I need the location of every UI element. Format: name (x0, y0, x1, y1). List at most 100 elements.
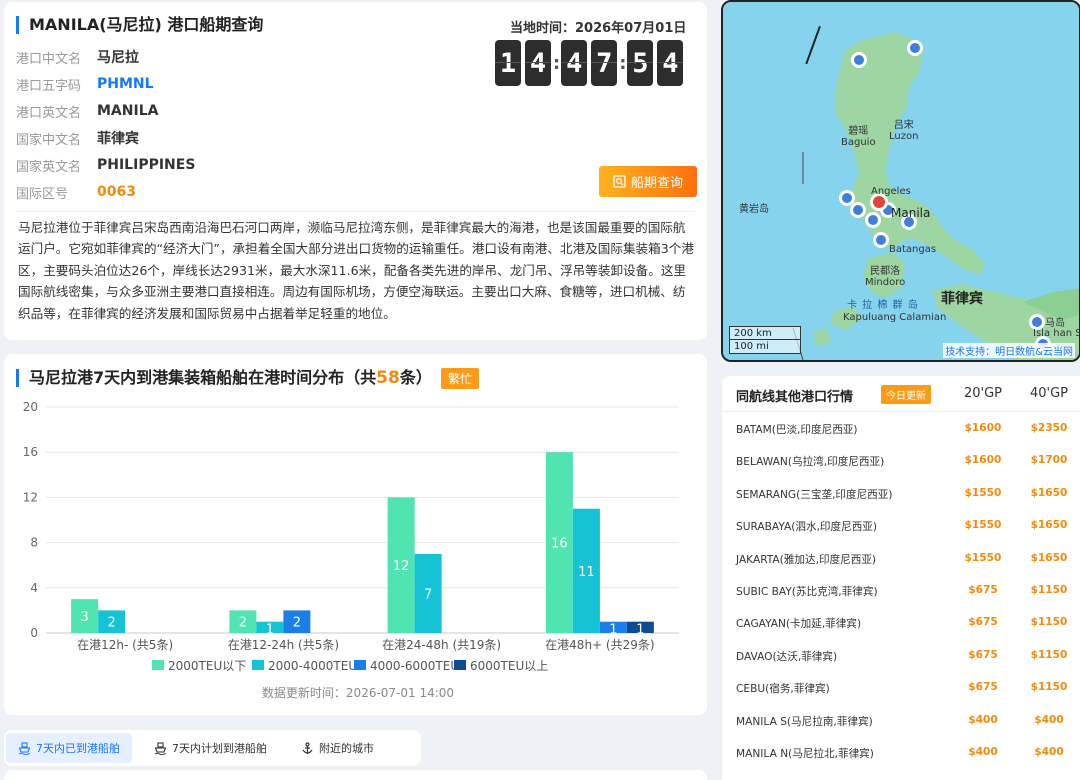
rate-row[interactable]: DAVAO(达沃,菲律宾) $675 $1150 (722, 639, 1080, 671)
y-tick-label: 20 (23, 400, 38, 414)
legend-label: 2000-4000TEU (268, 659, 357, 673)
map-label-luzon: 吕宋 Luzon (889, 120, 919, 142)
schedule-search-label: 船期查询 (630, 176, 683, 191)
bar-value-label: 11 (578, 565, 595, 580)
bar-value-label: 2 (293, 616, 301, 631)
col-20gp-header: 20'GP (963, 386, 1003, 401)
map-label-mindoro: 民都洛 Mindoro (865, 266, 906, 288)
rate-port-name: SUBIC BAY(苏比克湾,菲律宾) (736, 586, 878, 598)
legend-swatch (454, 660, 466, 670)
map-label-batangas: Batangas (889, 244, 937, 255)
rate-row[interactable]: SEMARANG(三宝垄,印度尼西亚) $1550 $1650 (722, 477, 1080, 509)
rate-row[interactable]: BELAWAN(乌拉湾,印度尼西亚) $1600 $1700 (722, 444, 1080, 476)
schedule-search-button[interactable]: 船期查询 (599, 166, 697, 197)
rate-20gp: $675 (968, 584, 998, 596)
map-label-calamian-en: Kapuluang Calamian (843, 312, 947, 323)
rate-40gp: $400 (1034, 746, 1064, 758)
rate-port-name: BATAM(巴淡,印度尼西亚) (736, 424, 858, 436)
ship-icon (18, 741, 31, 755)
bar-value-label: 16 (551, 537, 568, 552)
rate-40gp: $2350 (1030, 422, 1068, 434)
y-tick-label: 0 (30, 626, 38, 640)
map-label-manila: Manila (891, 206, 931, 220)
tab-arrived[interactable]: 7天内已到港船舶 (6, 733, 132, 763)
bar-value-label: 2 (239, 616, 247, 631)
rate-40gp: $1150 (1030, 616, 1068, 629)
clock-digit: 5 (627, 40, 654, 86)
rate-20gp: $400 (968, 713, 998, 726)
info-label: 港口五字码 (16, 78, 82, 94)
rate-40gp: $1650 (1030, 486, 1068, 499)
next-section-card (4, 770, 707, 780)
tab-planned[interactable]: 7天内计划到港船舶 (142, 733, 279, 763)
page-title: MANILA(马尼拉) 港口船期查询 (16, 16, 263, 34)
info-value[interactable]: PHMNL (97, 76, 154, 92)
rate-row[interactable]: MANILA S(马尼拉南,菲律宾) $400 $400 (722, 704, 1080, 736)
port-info-card: MANILA(马尼拉) 港口船期查询 港口中文名 马尼拉 港口五字码 PHMNL 港口英… (4, 2, 707, 340)
rate-row[interactable]: CAGAYAN(卡加延,菲律宾) $675 $1150 (722, 606, 1080, 638)
map-label-calamian-cn: 卡 拉 棉 群 岛 (847, 300, 919, 311)
rate-40gp: $1150 (1030, 681, 1068, 694)
info-row: 国家英文名 PHILIPPINES (16, 155, 195, 175)
rate-row[interactable]: CEBU(宿务,菲律宾) $675 $1150 (722, 671, 1080, 703)
rate-row[interactable]: SURABAYA(泗水,印度尼西亚) $1550 $1650 (722, 509, 1080, 541)
rate-row[interactable]: MANILA N(马尼拉北,菲律宾) $400 $400 (722, 736, 1080, 768)
rate-port-name: CAGAYAN(卡加延,菲律宾) (736, 618, 862, 631)
rate-row[interactable]: BATAM(巴淡,印度尼西亚) $1600 $2350 (722, 412, 1080, 444)
y-tick-label: 8 (30, 536, 38, 550)
tabs-bar: 7天内已到港船舶 7天内计划到港船舶 附近的城市 (4, 730, 421, 766)
map-label-angeles: Angeles (871, 186, 911, 197)
info-value: MANILA (97, 103, 159, 119)
legend-swatch (252, 660, 264, 670)
rate-20gp: $1550 (964, 519, 1002, 532)
info-value: 0063 (97, 184, 136, 200)
rate-row[interactable]: JAKARTA(雅加达,印度尼西亚) $1550 $1650 (722, 542, 1080, 574)
clock-digit: 4 (657, 40, 684, 86)
x-tick-label: 在港12-24h (共5条) (228, 638, 339, 652)
tab-label: 附近的城市 (319, 742, 374, 755)
update-time: 数据更新时间：2026-07-01 14:00 (262, 685, 454, 700)
bar-value-label: 1 (636, 623, 644, 638)
bar-value-label: 7 (424, 587, 432, 602)
clock-colon: : (619, 52, 627, 74)
rate-port-name: DAVAO(达沃,菲律宾) (736, 650, 838, 663)
rate-20gp: $400 (968, 746, 998, 758)
info-value: 菲律宾 (97, 131, 139, 147)
update-badge: 今日更新 (881, 385, 931, 404)
info-row: 港口中文名 马尼拉 (16, 47, 139, 67)
rate-20gp: $1600 (964, 422, 1002, 434)
info-label: 国家中文名 (16, 132, 82, 148)
y-tick-label: 12 (23, 490, 38, 504)
x-tick-label: 在港24-48h (共19条) (382, 638, 501, 652)
local-time-label: 当地时间：2026年07月01日 (510, 21, 687, 36)
map-label-huangyan: 黄岩岛 (739, 204, 769, 215)
bar-value-label: 1 (266, 623, 274, 638)
rate-40gp: $1650 (1030, 519, 1068, 532)
anchor-icon (302, 741, 313, 754)
rate-20gp: $1550 (964, 551, 1002, 564)
rate-40gp: $400 (1034, 713, 1064, 726)
map-support-link[interactable]: 技术支持：明日数航&云当网 (943, 343, 1075, 358)
info-label: 国家英文名 (16, 159, 82, 175)
map-label-samar: Isla han Samar (1033, 328, 1079, 339)
rate-20gp: $675 (968, 616, 998, 629)
rate-port-name: SURABAYA(泗水,印度尼西亚) (736, 521, 878, 534)
port-description: 马尼拉港位于菲律宾吕宋岛西南沿海巴石河口两岸，濒临马尼拉湾东侧，是菲律宾最大的海… (18, 220, 694, 321)
search-list-icon (613, 175, 626, 188)
rate-40gp: $1150 (1030, 584, 1068, 596)
info-value: 马尼拉 (97, 50, 139, 66)
info-row: 国际区号 0063 (16, 182, 136, 202)
legend-swatch (354, 660, 366, 670)
tab-nearby-cities[interactable]: 附近的城市 (289, 733, 386, 763)
map-label-country: 菲律宾 (941, 291, 983, 307)
y-tick-label: 16 (23, 445, 38, 459)
info-label: 国际区号 (16, 186, 69, 202)
rate-row[interactable]: SUBIC BAY(苏比克湾,菲律宾) $675 $1150 (722, 574, 1080, 606)
port-map[interactable]: 吕宋 Luzon 碧瑶 Baguio Angeles Manila Batangas… (721, 0, 1080, 362)
rate-port-name: JAKARTA(雅加达,印度尼西亚) (736, 553, 877, 566)
info-row: 港口五字码 PHMNL (16, 74, 154, 94)
bar-value-label: 1 (609, 623, 617, 638)
clock-digit: 4 (561, 40, 588, 86)
rate-port-name: SEMARANG(三宝垄,印度尼西亚) (736, 488, 893, 501)
bar-chart: 0481216203 2在港12h- (共5条)2 1 2在港12-24h (共5条)… (23, 400, 679, 700)
